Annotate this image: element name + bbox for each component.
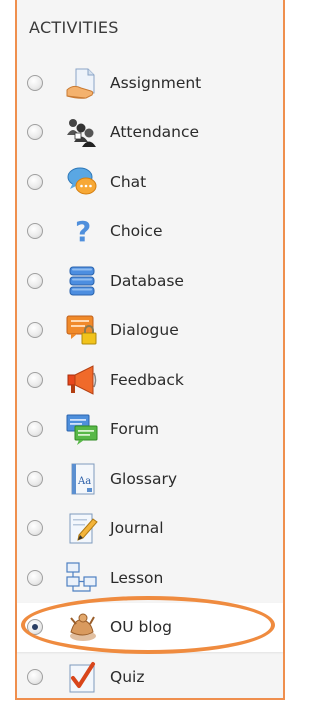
activity-row-assignment[interactable]: Assignment <box>17 58 283 108</box>
activity-row-database[interactable]: Database <box>17 256 283 306</box>
chat-radio[interactable] <box>27 173 43 190</box>
activity-label: Assignment <box>110 73 202 92</box>
lesson-icon <box>65 561 99 595</box>
activity-row-choice[interactable]: ? Choice <box>17 207 283 257</box>
activity-label: Forum <box>110 420 160 439</box>
assignment-icon <box>65 66 99 100</box>
activity-row-glossary[interactable]: Aa Glossary <box>17 454 283 504</box>
activity-row-attendance[interactable]: Attendance <box>17 108 283 158</box>
activity-label: Quiz <box>110 667 145 686</box>
activity-row-quiz[interactable]: Quiz <box>17 652 283 702</box>
ou-blog-radio[interactable] <box>27 619 43 636</box>
activity-row-lesson[interactable]: Lesson <box>17 553 283 603</box>
activity-label: Database <box>110 271 184 290</box>
svg-text:Aa: Aa <box>77 476 91 487</box>
journal-radio[interactable] <box>27 520 43 537</box>
database-radio[interactable] <box>27 272 43 289</box>
journal-icon <box>65 511 99 545</box>
feedback-radio[interactable] <box>27 371 43 388</box>
activity-label: Attendance <box>110 123 200 142</box>
dialogue-radio[interactable] <box>27 322 43 339</box>
activity-label: Lesson <box>110 568 164 587</box>
quiz-icon <box>65 660 99 694</box>
feedback-icon <box>65 363 99 397</box>
activity-row-chat[interactable]: Chat <box>17 157 283 207</box>
svg-text:?: ? <box>75 215 91 248</box>
lesson-radio[interactable] <box>27 569 43 586</box>
activity-label: Choice <box>110 222 163 241</box>
chat-icon <box>65 165 99 199</box>
ou-blog-icon <box>65 610 99 644</box>
activity-label: OU blog <box>110 618 172 637</box>
activity-row-feedback[interactable]: Feedback <box>17 355 283 405</box>
activity-label: Feedback <box>110 370 184 389</box>
glossary-icon: Aa <box>65 462 99 496</box>
activity-label: Dialogue <box>110 321 179 340</box>
activity-label: Glossary <box>110 469 177 488</box>
dialogue-icon <box>65 313 99 347</box>
choice-icon: ? <box>65 214 99 248</box>
activity-row-dialogue[interactable]: Dialogue <box>17 306 283 356</box>
activities-panel: ACTIVITIES Assignment Attendance Chat ? … <box>15 0 285 700</box>
activity-label: Chat <box>110 172 147 191</box>
glossary-radio[interactable] <box>27 470 43 487</box>
activity-row-forum[interactable]: Forum <box>17 405 283 455</box>
quiz-radio[interactable] <box>27 668 43 685</box>
activity-row-journal[interactable]: Journal <box>17 504 283 554</box>
activity-row-ou-blog[interactable]: OU blog <box>17 602 283 652</box>
activity-label: Journal <box>110 519 164 538</box>
attendance-icon <box>65 115 99 149</box>
assignment-radio[interactable] <box>27 74 43 91</box>
forum-radio[interactable] <box>27 421 43 438</box>
activity-list: Assignment Attendance Chat ? Choice Data… <box>17 58 283 702</box>
forum-icon <box>65 412 99 446</box>
database-icon <box>65 264 99 298</box>
choice-radio[interactable] <box>27 223 43 240</box>
activities-heading: ACTIVITIES <box>29 18 119 37</box>
attendance-radio[interactable] <box>27 124 43 141</box>
